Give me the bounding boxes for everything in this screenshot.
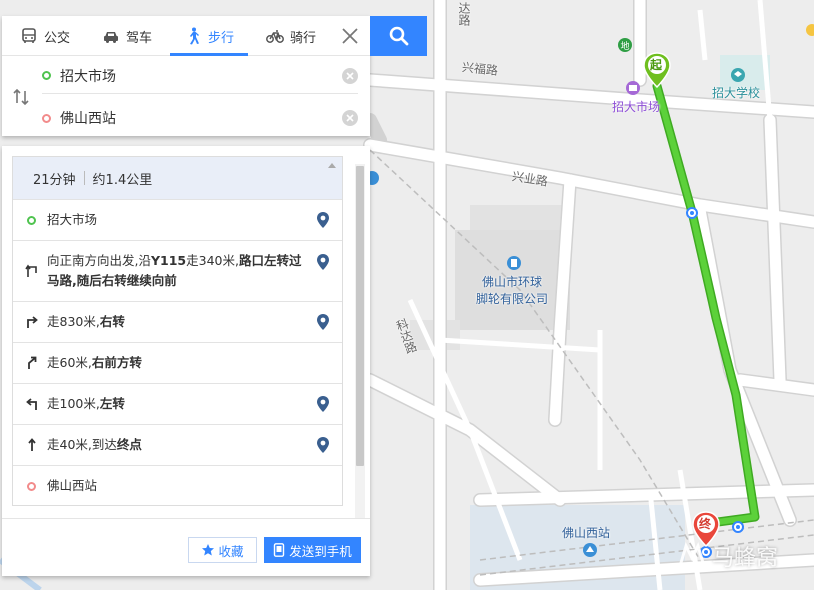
location-pin-icon xyxy=(317,212,329,228)
end-pin-label: 终 xyxy=(699,517,712,531)
start-pin-label: 起 xyxy=(650,58,663,72)
tab-bus-label: 公交 xyxy=(44,30,71,46)
start-dot-icon xyxy=(27,215,36,225)
route-step[interactable]: 走100米,左转 xyxy=(13,383,342,424)
clear-icon xyxy=(346,114,354,122)
route-step-start[interactable]: 招大市场 xyxy=(13,199,342,240)
route-step[interactable]: 走830米,右转 xyxy=(13,301,342,342)
car-icon xyxy=(102,27,120,45)
clear-start-button[interactable] xyxy=(342,67,358,84)
active-tab-indicator xyxy=(170,53,248,56)
phone-icon xyxy=(274,543,285,557)
straight-arrow-icon xyxy=(25,438,47,452)
school-icon xyxy=(731,68,745,82)
clear-end-button[interactable] xyxy=(342,110,358,126)
turn-left-up-icon xyxy=(25,264,47,278)
route-duration: 21分钟 xyxy=(33,172,76,188)
watermark-text: 马蜂窝 xyxy=(712,546,779,571)
close-route-button[interactable] xyxy=(338,24,362,48)
locate-step-button[interactable] xyxy=(316,313,330,331)
route-summary[interactable]: 21分钟 约1.4公里 xyxy=(13,157,342,199)
end-input[interactable]: 佛山西站 xyxy=(60,108,342,128)
bike-icon xyxy=(266,27,284,45)
poi-label-start-market[interactable]: 招大市场 xyxy=(612,98,660,115)
route-result-panel: 21分钟 约1.4公里 招大市场 向正南方向出发,沿Y115走340米,路口左转… xyxy=(2,146,370,576)
locate-step-button[interactable] xyxy=(316,211,330,229)
close-icon xyxy=(342,28,358,44)
route-waypoint xyxy=(732,521,744,533)
watermark: 马蜂窝 xyxy=(676,540,778,572)
steps-scrollbar[interactable] xyxy=(355,164,365,518)
walk-icon xyxy=(184,27,202,45)
poi-label-station[interactable]: 佛山西站 xyxy=(562,524,610,541)
step-text: 走100米,左转 xyxy=(47,396,125,411)
route-search-panel: 公交 驾车 步行 骑行 招大市场 佛山西站 xyxy=(2,16,370,136)
route-waypoint xyxy=(686,207,698,219)
bus-icon xyxy=(20,27,38,45)
turn-right-icon xyxy=(25,315,47,329)
subway-icon: 地 xyxy=(618,38,632,52)
locate-step-button[interactable] xyxy=(316,253,330,271)
start-dot-icon xyxy=(42,71,51,80)
station-icon xyxy=(583,543,597,557)
step-text: 佛山西站 xyxy=(47,478,98,493)
favorite-label: 收藏 xyxy=(218,543,244,559)
send-to-phone-button[interactable]: 发送到手机 xyxy=(264,537,361,563)
watermark-logo-icon xyxy=(678,541,706,567)
route-step[interactable]: 走40米,到达终点 xyxy=(13,424,342,465)
step-text: 走40米,到达终点 xyxy=(47,437,142,452)
clear-icon xyxy=(346,71,354,80)
location-pin-icon xyxy=(317,254,329,270)
poi-label-school[interactable]: 招大学校 xyxy=(712,84,760,101)
locate-step-button[interactable] xyxy=(316,395,330,413)
route-step[interactable]: 走60米,右前方转 xyxy=(13,342,342,383)
travel-mode-tabs: 公交 驾车 步行 骑行 xyxy=(2,16,370,56)
tab-bike-label: 骑行 xyxy=(290,30,317,46)
result-footer: 收藏 发送到手机 xyxy=(2,518,370,576)
poi-label-company-line1[interactable]: 佛山市环球 xyxy=(482,273,542,290)
star-icon xyxy=(202,544,215,556)
scrollbar-thumb[interactable] xyxy=(356,166,364,466)
location-pin-icon xyxy=(317,396,329,412)
route-step[interactable]: 向正南方向出发,沿Y115走340米,路口左转过马路,随后右转继续向前 xyxy=(13,240,342,301)
locate-step-button[interactable] xyxy=(316,436,330,454)
shopping-icon xyxy=(626,81,640,95)
poi-label-company-line2[interactable]: 脚轮有限公司 xyxy=(476,290,548,307)
location-pin-icon xyxy=(317,314,329,330)
search-button[interactable] xyxy=(370,16,427,56)
start-field[interactable]: 招大市场 xyxy=(42,58,358,94)
start-input[interactable]: 招大市场 xyxy=(60,66,342,86)
company-icon xyxy=(507,256,521,270)
tab-walk[interactable]: 步行 xyxy=(184,16,234,56)
step-text: 走60米,右前方转 xyxy=(47,355,142,370)
svg-text:地: 地 xyxy=(620,40,629,52)
swap-arrows-icon xyxy=(13,88,29,106)
summary-divider xyxy=(83,171,85,185)
collapse-arrow-icon[interactable] xyxy=(328,163,336,168)
step-text: 走830米,右转 xyxy=(47,314,125,329)
step-text: 招大市场 xyxy=(47,212,98,227)
road-label-top: 达路 xyxy=(457,2,471,26)
step-text: 向正南方向出发,沿Y115走340米,路口左转过马路,随后右转继续向前 xyxy=(47,253,302,288)
end-dot-icon xyxy=(42,113,51,123)
route-distance: 约1.4公里 xyxy=(92,172,153,188)
tab-car-label: 驾车 xyxy=(126,30,153,46)
tab-walk-label: 步行 xyxy=(208,30,235,46)
route-step-end[interactable]: 佛山西站 xyxy=(13,465,342,505)
swap-endpoints-button[interactable] xyxy=(10,86,32,108)
location-pin-icon xyxy=(317,437,329,453)
start-pin[interactable]: 起 xyxy=(643,52,671,88)
favorite-button[interactable]: 收藏 xyxy=(188,537,257,563)
tab-bike[interactable]: 骑行 xyxy=(266,16,316,56)
tab-car[interactable]: 驾车 xyxy=(102,16,152,56)
end-field[interactable]: 佛山西站 xyxy=(42,100,358,136)
end-dot-icon xyxy=(27,481,36,491)
route-steps-list[interactable]: 21分钟 约1.4公里 招大市场 向正南方向出发,沿Y115走340米,路口左转… xyxy=(12,156,343,506)
bear-right-icon xyxy=(25,356,47,370)
turn-left-icon xyxy=(25,397,47,411)
road-label-xingfu: 兴福路 xyxy=(461,60,499,78)
search-icon xyxy=(389,26,408,46)
send-to-phone-label: 发送到手机 xyxy=(289,543,352,559)
tab-bus[interactable]: 公交 xyxy=(20,16,70,56)
